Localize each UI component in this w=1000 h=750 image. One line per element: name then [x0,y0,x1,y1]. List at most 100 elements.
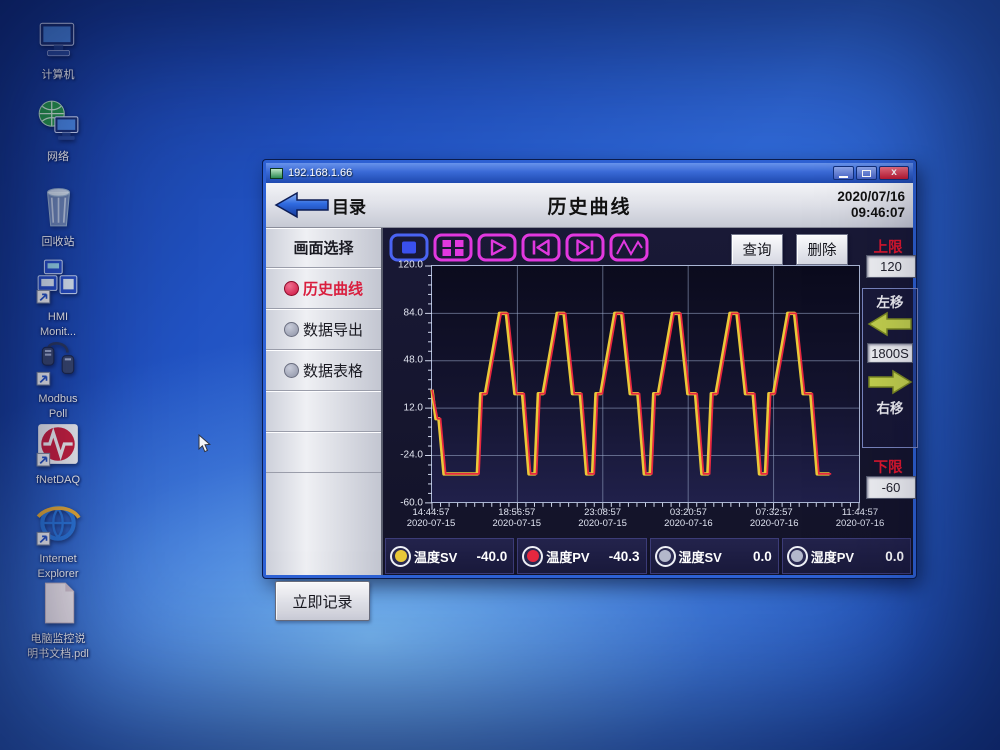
toolbar-skip-back-button[interactable] [521,233,561,262]
mouse-cursor [198,434,211,453]
x-axis-label: 23:08:572020-07-15 [578,507,627,529]
lower-limit-field[interactable]: -60 [866,476,916,499]
desktop-icon-column: 计算机网络回收站 HMI Monit...ModbusPollfNetDAQ Inte… [12,0,104,750]
desktop-icon-label: 计算机 [42,69,75,82]
legend-dot-icon [522,546,543,567]
toolbar-play-button[interactable] [477,233,517,262]
sidebar: 画面选择 历史曲线数据导出数据表格 立即记录 [266,228,383,575]
single-view-icon [389,233,429,262]
desktop-icon-modbus-poll[interactable]: ModbusPoll [12,340,104,421]
desktop-icon-label: Modbus [38,393,77,406]
chart-legend: 温度SV-40.0 温度PV -40.3 湿度SV0.0 湿度PV 0.0 [385,538,911,574]
minimize-button[interactable] [833,166,854,180]
window-header: 历史曲线 目录 2020/07/16 09:46:07 [266,183,913,228]
sidebar-item-label: 数据表格 [303,360,363,381]
pan-left-label: 左移 [877,291,904,311]
legend-label: 温度SV [414,547,457,566]
pan-interval-field[interactable]: 1800S [867,343,913,363]
upper-limit-field[interactable]: 120 [866,255,916,278]
toolbar-single-view-button[interactable] [389,233,429,262]
pan-panel: 左移 1800S 右移 [862,288,918,448]
x-axis-date: 2020-07-16 [750,518,799,529]
multi-view-icon [433,233,473,262]
desktop-icon-recycle-bin[interactable]: 回收站 [12,183,104,249]
pan-left-button[interactable] [867,311,913,337]
desktop-icon-label: 回收站 [42,236,75,249]
legend-label: 湿度SV [679,547,722,566]
desktop-icon-fnetdaq[interactable]: fNetDAQ [12,421,104,487]
legend-item-temp-pv[interactable]: 温度PV -40.3 [517,538,646,574]
date-text: 2020/07/16 [837,189,905,205]
toolbar-skip-forward-button[interactable] [565,233,605,262]
time-text: 09:46:07 [837,205,905,221]
legend-dot-icon [787,546,808,567]
legend-label: 温度PV [546,547,589,566]
chart-toolbar [389,233,649,262]
legend-item-humidity-pv[interactable]: 湿度PV 0.0 [782,538,911,574]
main-panel: 查询 删除 上限 120 左移 1800S 右移 下限 -60 120.0 84.… [383,228,913,575]
fnetdaq-icon [35,421,81,472]
legend-value: 0.0 [885,549,904,564]
trend-chart-canvas [432,266,859,503]
sidebar-items: 历史曲线数据导出数据表格 [266,268,381,391]
query-button[interactable]: 查询 [731,234,783,265]
sidebar-empty-row [266,432,381,473]
curve-mode-icon [609,233,649,262]
internet-explorer-icon [35,500,81,551]
x-axis-time: 11:44:57 [836,507,885,518]
legend-item-humidity-sv[interactable]: 湿度SV0.0 [650,538,779,574]
lower-limit-label: 下限 [861,456,915,477]
x-axis-date: 2020-07-15 [492,518,541,529]
sidebar-item-label: 历史曲线 [303,278,363,299]
x-axis-label: 07:32:572020-07-16 [750,507,799,529]
hmi-window: 192.168.1.66 x 历史曲线 目录 2020/07/16 09:46:… [263,160,916,578]
legend-value: -40.3 [609,549,640,564]
legend-dot-icon [655,546,676,567]
play-icon [477,233,517,262]
sidebar-item-data-export[interactable]: 数据导出 [266,309,381,350]
y-axis-label: 120.0 [398,260,423,271]
pan-right-label: 右移 [877,397,904,417]
legend-dot-icon [390,546,411,567]
desktop-icon-label: Monit... [40,326,76,339]
legend-label: 湿度PV [811,547,854,566]
desktop-icon-internet-explorer[interactable]: InternetExplorer [12,500,104,581]
x-axis-date: 2020-07-16 [836,518,885,529]
y-axis-label: 84.0 [404,307,423,318]
x-axis-time: 07:32:57 [750,507,799,518]
maximize-button[interactable] [856,166,877,180]
toolbar-curve-mode-button[interactable] [609,233,649,262]
pdf-document-icon [35,580,81,631]
desktop-icon-hmi-monitor[interactable]: HMI Monit... [12,258,104,339]
y-axis-label: 48.0 [404,355,423,366]
record-now-button[interactable]: 立即记录 [275,581,370,621]
x-axis-label: 14:44:572020-07-15 [407,507,456,529]
sidebar-header: 画面选择 [266,228,381,268]
x-axis-label: 11:44:572020-07-16 [836,507,885,529]
window-titlebar[interactable]: 192.168.1.66 x [266,163,913,183]
sidebar-item-history-curve[interactable]: 历史曲线 [266,268,381,309]
maximize-icon [862,170,871,177]
x-axis-date: 2020-07-15 [407,518,456,529]
desktop-icon-pdf-document[interactable]: 电脑监控说明书文档.pdl [12,580,104,661]
desktop-icon-network[interactable]: 网络 [12,98,104,164]
delete-button[interactable]: 删除 [796,234,848,265]
desktop-icon-label: HMI [48,311,68,324]
sidebar-empty-row [266,391,381,432]
toolbar-multi-view-button[interactable] [433,233,473,262]
desktop-icon-computer[interactable]: 计算机 [12,16,104,82]
sidebar-item-data-table[interactable]: 数据表格 [266,350,381,391]
y-axis-labels: 120.084.048.012.0-24.0-60.0 [385,265,429,503]
skip-back-icon [521,233,561,262]
x-axis-time: 23:08:57 [578,507,627,518]
x-axis-label: 18:56:572020-07-15 [492,507,541,529]
upper-limit-label: 上限 [861,236,915,257]
close-button[interactable]: x [879,166,909,180]
y-axis-label: -24.0 [400,450,423,461]
close-icon: x [891,168,897,178]
legend-item-temp-sv[interactable]: 温度SV-40.0 [385,538,514,574]
radio-dot-icon [284,281,299,296]
desktop-icon-label: Internet [39,553,76,566]
y-axis-label: 12.0 [404,402,423,413]
pan-right-button[interactable] [867,369,913,395]
